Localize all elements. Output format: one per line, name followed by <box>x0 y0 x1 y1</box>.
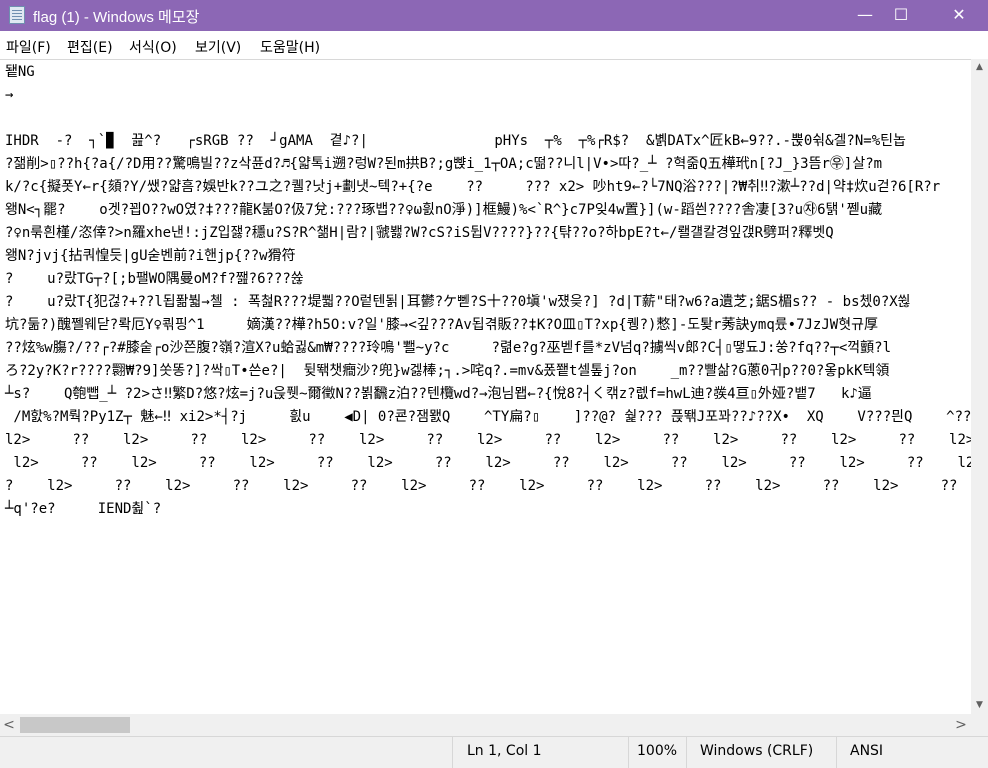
text-line: 됕NG <box>5 64 35 80</box>
text-line: ろ?2y?K?r????翾₩?9]쏫똥?]?싹▯T•쓴e?| 뒺뙊챗癎沙?兜}w… <box>5 363 890 379</box>
text-line: ??炫%w膓?/??┌?#膝숱┌o沙쯘腹?嶺?渲X?u蛤귏&m₩????玲鳴'뾀… <box>5 340 892 356</box>
scrollbar-corner <box>971 714 988 736</box>
scroll-right-arrow-icon[interactable]: > <box>951 714 971 736</box>
horizontal-scrollbar[interactable]: < > <box>0 714 971 736</box>
menu-help[interactable]: 도움말(H) <box>260 37 320 57</box>
menu-bar: 파일(F) 편집(E) 서식(O) 보기(V) 도움말(H) <box>0 31 988 59</box>
text-line: 왱N?jvj{拈쿼惶듯|gU숟벤前?i핸jp{??w猾符 <box>5 248 296 264</box>
text-line: IHDR -? ┐`▉ 끒^? ┌sRGB ?? ┘gAMA 곁♪?| pHYs… <box>5 133 906 149</box>
text-line: ?♀n룪흰槿/恣倖?>n羅xhe낸!:jZ입잻?穩u?S?R^챎H|람?|虢봻?… <box>5 225 834 241</box>
title-bar[interactable]: flag (1) - Windows 메모장 — ☐ ✕ <box>0 0 988 31</box>
text-editor[interactable]: 됕NG → IHDR -? ┐`▉ 끒^? ┌sRGB ?? ┘gAMA 곁♪?… <box>0 59 971 715</box>
cursor-position: Ln 1, Col 1 <box>467 743 542 759</box>
text-line: ? u?랐T{犯걶?+??l됩퐒붧→첼 : 폭첦R???堤뿳??O렅텐됡|耳鬱?… <box>5 294 911 310</box>
vertical-scrollbar[interactable]: ▲ ▼ <box>971 59 988 714</box>
text-line: ? u?랐TG┬?[;b팰WO隅曼oM?f?쨆?6???쓚 <box>5 271 304 287</box>
notepad-icon <box>9 6 25 24</box>
status-zoom-cell: 100% <box>628 737 686 768</box>
scroll-left-arrow-icon[interactable]: < <box>0 714 18 736</box>
scroll-up-arrow-icon[interactable]: ▲ <box>971 59 988 76</box>
encoding: ANSI <box>850 743 884 759</box>
horizontal-scroll-thumb[interactable] <box>20 717 130 733</box>
line-ending: Windows (CRLF) <box>700 743 814 759</box>
text-line: 왱N<┐罷? o겟?꾑O??wO였?‡???龍K붊O?伋7兌:???琢뱁??♀ω… <box>5 202 883 218</box>
text-line: ┴q'?e? IEND췶`? <box>5 501 162 517</box>
close-button[interactable]: ✕ <box>936 0 982 31</box>
window-title: flag (1) - Windows 메모장 <box>33 9 200 26</box>
scroll-down-arrow-icon[interactable]: ▼ <box>971 697 988 714</box>
text-line: l2> ?? l2> ?? l2> ?? l2> ?? l2> ?? l2> ?… <box>13 455 971 471</box>
text-line: 坑?둚?)醜쩰웨닫?롹厄Y♀쾪핑^1 嫡漢??樺?h5O:v?일'膝→<깊???… <box>5 317 878 333</box>
menu-edit[interactable]: 편집(E) <box>67 37 113 57</box>
status-position-cell: Ln 1, Col 1 <box>452 737 628 768</box>
maximize-button[interactable]: ☐ <box>878 0 924 31</box>
status-encoding-cell: ANSI <box>836 737 988 768</box>
menu-file[interactable]: 파일(F) <box>6 37 51 57</box>
text-line: k/?c{擬폿Y←r{頦?Y/쌨?얇흠?娛반k??ユ之?퀠?낫j+劃냇~텍?+{… <box>5 179 941 195</box>
text-line: → <box>5 87 14 103</box>
status-bar: Ln 1, Col 1 100% Windows (CRLF) ANSI <box>0 736 988 768</box>
menu-view[interactable]: 보기(V) <box>195 37 241 57</box>
text-line: ? l2> ?? l2> ?? l2> ?? l2> ?? l2> ?? l2>… <box>5 478 958 494</box>
zoom-level: 100% <box>637 743 678 759</box>
status-line-ending-cell: Windows (CRLF) <box>686 737 836 768</box>
menu-format[interactable]: 서식(O) <box>129 37 177 57</box>
text-line: ┴s? Q匏뺍_┴ ?2>さ‼繁D?悠?炫=j?u읁퓃~爾徵N??뵑飜z泊??텐… <box>5 386 872 402</box>
text-line: /M핤%?M뤅?Py1Z┬ 魅←‼ xi2>*┤?j 흸u ◀D| 0?쿈?잼뫬… <box>5 409 971 425</box>
text-line: l2> ?? l2> ?? l2> ?? l2> ?? l2> ?? l2> ?… <box>5 432 971 448</box>
text-line: ?잶削>▯??h{?a{/?D用??驚鳴빌??z삭퓬d?♬{얇톡i遡?렁W?된m… <box>5 156 883 172</box>
